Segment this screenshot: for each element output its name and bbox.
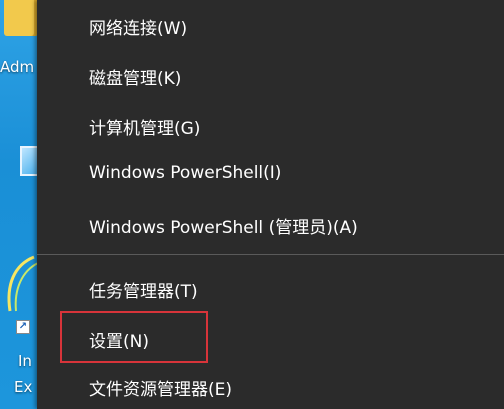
menu-item-powershell-admin[interactable]: Windows PowerShell (管理员)(A) [89, 213, 358, 238]
shortcut-arrow-icon: ↗ [16, 320, 30, 334]
menu-item-network-connections[interactable]: 网络连接(W) [89, 14, 187, 39]
folder-icon[interactable] [4, 0, 38, 36]
winx-context-menu: 网络连接(W) 磁盘管理(K) 计算机管理(G) Windows PowerSh… [37, 0, 504, 409]
menu-item-file-explorer[interactable]: 文件资源管理器(E) [89, 375, 232, 400]
browser-icon[interactable] [4, 255, 40, 315]
highlight-box [60, 311, 208, 363]
menu-item-computer-management[interactable]: 计算机管理(G) [89, 114, 200, 139]
menu-item-task-manager[interactable]: 任务管理器(T) [89, 277, 198, 302]
desktop-icon-label-line2: Ex [14, 378, 33, 396]
menu-item-powershell[interactable]: Windows PowerShell(I) [89, 163, 281, 183]
menu-separator [37, 254, 504, 255]
desktop-icon-label-admin: Adm [0, 58, 35, 76]
desktop-icon-label-line1: In [18, 352, 32, 370]
menu-item-disk-management[interactable]: 磁盘管理(K) [89, 64, 181, 89]
